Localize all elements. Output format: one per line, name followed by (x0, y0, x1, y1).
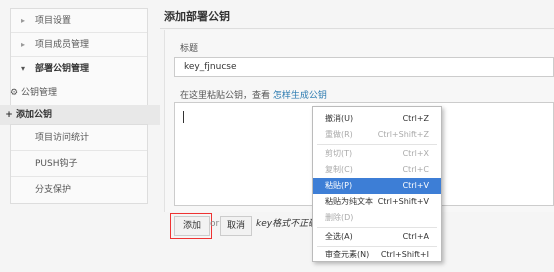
ctx-shortcut: Ctrl+Shift+I (380, 250, 429, 259)
ctx-shortcut: Ctrl+Shift+V (377, 197, 429, 206)
sidebar-item-label: 项目访问统计 (35, 133, 90, 143)
plus-icon: + (5, 110, 13, 120)
ctx-shortcut: Ctrl+Z (402, 114, 429, 123)
ctx-label: 全选(A) (325, 232, 353, 241)
sidebar-item-push-hooks[interactable]: PUSH钩子 (11, 151, 147, 177)
ctx-separator (317, 227, 437, 228)
ctx-undo[interactable]: 撤消(U) Ctrl+Z (313, 111, 441, 127)
ctx-label: 粘贴为纯文本 (325, 197, 373, 206)
text-cursor (183, 111, 184, 123)
sidebar-subitem-label: 公钥管理 (21, 88, 58, 98)
ctx-shortcut: Ctrl+A (402, 232, 429, 241)
ctx-label: 重做(R) (325, 130, 353, 139)
paste-hint-text: 在这里粘贴公钥，查看 (180, 91, 273, 101)
sidebar-item-label: 部署公钥管理 (35, 64, 90, 74)
ctx-copy[interactable]: 复制(C) Ctrl+C (313, 162, 441, 178)
or-text: or (210, 219, 220, 229)
ctx-label: 审查元素(N) (325, 250, 370, 259)
sidebar: ▸ 项目设置 ▸ 项目成员管理 ▾ 部署公钥管理 ⚙ 公钥管理 + 添加公钥 项… (0, 0, 160, 272)
ctx-cut[interactable]: 剪切(T) Ctrl+X (313, 146, 441, 162)
sidebar-item-deploy-keys[interactable]: ▾ 部署公钥管理 (11, 57, 147, 81)
sidebar-subitem-key-management[interactable]: ⚙ 公钥管理 (1, 83, 151, 103)
divider (160, 28, 554, 29)
chevron-right-icon: ▸ (21, 40, 26, 49)
chevron-down-icon: ▾ (21, 64, 26, 73)
gear-icon: ⚙ (9, 88, 19, 98)
sidebar-item-label: 分支保护 (35, 185, 72, 195)
page-title: 添加部署公钥 (164, 10, 230, 23)
ctx-delete[interactable]: 删除(D) (313, 210, 441, 226)
ctx-label: 剪切(T) (325, 149, 353, 158)
title-label: 标题 (180, 44, 199, 54)
ctx-redo[interactable]: 重做(R) Ctrl+Shift+Z (313, 127, 441, 143)
add-button[interactable]: 添加 (174, 216, 210, 236)
sidebar-subitem-add-key[interactable]: + 添加公钥 (0, 105, 160, 125)
ctx-shortcut: Ctrl+X (402, 149, 429, 158)
cancel-button[interactable]: 取消 (220, 216, 252, 236)
ctx-shortcut: Ctrl+V (402, 181, 429, 190)
settings-menu: ▸ 项目设置 ▸ 项目成员管理 ▾ 部署公钥管理 ⚙ 公钥管理 (10, 8, 148, 116)
ctx-paste-plain[interactable]: 粘贴为纯文本 Ctrl+Shift+V (313, 194, 441, 210)
sidebar-item-label: 项目设置 (35, 16, 72, 26)
chevron-right-icon: ▸ (21, 16, 26, 25)
ctx-paste[interactable]: 粘贴(P) Ctrl+V (313, 178, 441, 194)
sidebar-item-project-settings[interactable]: ▸ 项目设置 (11, 9, 147, 33)
ctx-shortcut: Ctrl+C (402, 165, 429, 174)
ctx-label: 复制(C) (325, 165, 353, 174)
paste-hint: 在这里粘贴公钥，查看 怎样生成公钥 (180, 88, 327, 101)
sidebar-item-branch-protection[interactable]: 分支保护 (11, 177, 147, 203)
sidebar-group: 项目访问统计 PUSH钩子 分支保护 (10, 124, 148, 204)
sidebar-item-label: 项目成员管理 (35, 40, 90, 50)
sidebar-item-label: PUSH钩子 (35, 159, 78, 169)
ctx-separator (317, 144, 437, 145)
error-message: key格式不正确 (256, 219, 318, 229)
ctx-inspect[interactable]: 审查元素(N) Ctrl+Shift+I (313, 247, 441, 263)
ctx-label: 粘贴(P) (325, 181, 353, 190)
how-to-generate-link[interactable]: 怎样生成公钥 (273, 91, 327, 101)
ctx-label: 删除(D) (325, 213, 354, 222)
ctx-shortcut: Ctrl+Shift+Z (377, 130, 429, 139)
sidebar-subitem-label: 添加公钥 (16, 110, 53, 120)
ctx-label: 撤消(U) (325, 114, 354, 123)
sidebar-item-project-members[interactable]: ▸ 项目成员管理 (11, 33, 147, 57)
sidebar-item-access-stats[interactable]: 项目访问统计 (11, 125, 147, 151)
context-menu: 撤消(U) Ctrl+Z 重做(R) Ctrl+Shift+Z 剪切(T) Ct… (312, 106, 442, 262)
ctx-select-all[interactable]: 全选(A) Ctrl+A (313, 229, 441, 245)
title-input[interactable]: key_fjnucse (174, 57, 554, 77)
